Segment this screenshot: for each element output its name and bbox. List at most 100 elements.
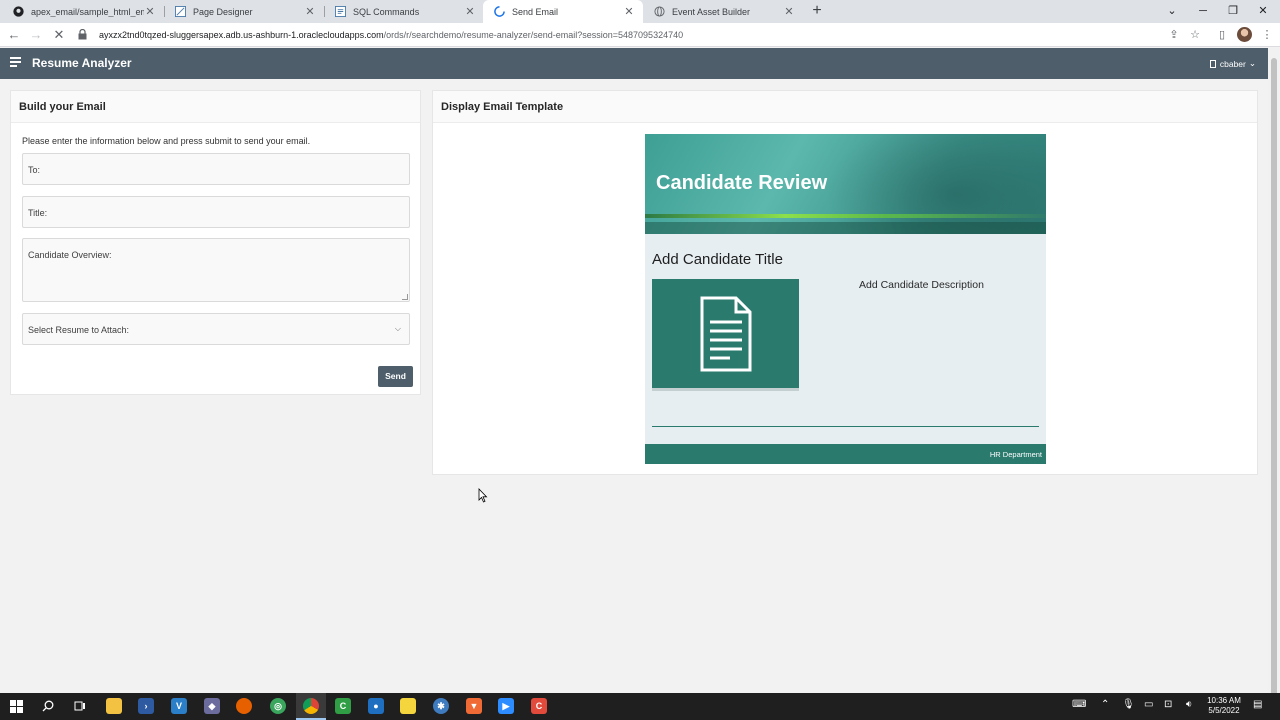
tab-title: Page Designer xyxy=(193,6,253,17)
to-label: To: xyxy=(28,165,41,175)
keyboard-icon[interactable]: ⌨ xyxy=(1072,699,1086,710)
page-designer-icon xyxy=(174,6,186,18)
tab-title: Send Email xyxy=(512,6,559,17)
minimize-icon[interactable]: ─ xyxy=(1193,2,1213,20)
globe-icon xyxy=(653,6,665,18)
browser-tab-strip: apex_email/sample_html_email.h ✕ Page De… xyxy=(0,0,1280,23)
powershell-icon[interactable]: › xyxy=(138,698,154,714)
microphone-icon[interactable]: 🎙︎ xyxy=(1122,699,1135,710)
forward-icon[interactable]: → xyxy=(27,26,45,44)
star-icon[interactable]: ☆ xyxy=(1187,27,1203,43)
url-path: /ords/r/searchdemo/resume-analyzer/send-… xyxy=(383,30,684,40)
clock-date: 5/5/2022 xyxy=(1208,706,1240,715)
app-icon[interactable]: ✱ xyxy=(433,698,449,714)
candidate-overview-label: Candidate Overview: xyxy=(28,250,112,260)
brave-icon[interactable]: ▼ xyxy=(466,698,482,714)
region-title: Display Email Template xyxy=(433,91,1257,123)
stop-icon[interactable]: ✕ xyxy=(50,26,68,44)
chevron-down-icon: ⌄ xyxy=(1248,58,1256,68)
url-host: ayxzx2tnd0tqzed-sluggersapex.adb.us-ashb… xyxy=(99,30,384,40)
profile-avatar[interactable] xyxy=(1237,27,1252,42)
file-explorer-icon[interactable] xyxy=(106,698,122,714)
close-icon[interactable]: ✕ xyxy=(623,5,635,18)
github-icon xyxy=(12,6,24,18)
chevron-down-icon: ⌵ xyxy=(394,324,401,333)
search-icon[interactable] xyxy=(40,698,56,714)
email-banner: Candidate Review xyxy=(645,134,1046,234)
region-title: Build your Email xyxy=(11,91,420,123)
network-icon[interactable]: ⊡ xyxy=(1164,699,1172,710)
instructions-text: Please enter the information below and p… xyxy=(22,136,311,146)
firefox-icon[interactable] xyxy=(236,698,252,714)
system-clock[interactable]: 10:36 AM 5/5/2022 xyxy=(1204,696,1244,716)
build-email-region: Build your Email Please enter the inform… xyxy=(10,90,421,395)
sidebar-icon[interactable]: ▯ xyxy=(1214,27,1230,43)
windows-start-icon[interactable] xyxy=(8,698,24,714)
close-window-icon[interactable]: ✕ xyxy=(1253,2,1273,20)
candidate-title: Add Candidate Title xyxy=(652,251,783,268)
candidate-overview-field[interactable]: Candidate Overview: xyxy=(22,238,410,302)
app-icon[interactable]: C xyxy=(335,698,351,714)
email-footer: HR Department xyxy=(645,444,1046,464)
notifications-icon[interactable]: ▤ xyxy=(1253,699,1262,710)
resize-handle-icon[interactable] xyxy=(402,294,408,300)
document-icon xyxy=(652,279,799,391)
browser-tab[interactable]: Event Asset Builder ✕ xyxy=(643,0,803,23)
close-icon[interactable]: ✕ xyxy=(783,5,795,18)
title-field[interactable]: Title: xyxy=(22,196,410,228)
close-icon[interactable]: ✕ xyxy=(144,5,156,18)
restore-icon[interactable]: ❐ xyxy=(1223,2,1243,20)
back-icon[interactable]: ← xyxy=(5,26,23,44)
clock-time: 10:36 AM xyxy=(1207,696,1241,705)
chevron-up-icon[interactable]: ⌃ xyxy=(1101,699,1109,710)
new-tab-button[interactable]: + xyxy=(808,2,826,20)
to-field[interactable]: To: xyxy=(22,153,410,185)
lock-icon xyxy=(78,29,90,41)
volume-icon[interactable]: 🔉︎ xyxy=(1186,699,1192,710)
browser-tab[interactable]: SQL Commands ✕ xyxy=(324,0,484,23)
task-view-icon[interactable] xyxy=(72,698,88,714)
divider xyxy=(652,426,1039,427)
share-icon[interactable]: ⇪ xyxy=(1166,27,1182,43)
email-preview: Candidate Review Add Candidate Title Add… xyxy=(645,134,1046,464)
resume-select-label: Select Resume to Attach: xyxy=(28,325,130,335)
browser-tab[interactable]: Page Designer ✕ xyxy=(164,0,324,23)
browser-tab[interactable]: apex_email/sample_html_email.h ✕ xyxy=(2,0,164,23)
scrollbar-thumb[interactable] xyxy=(1271,58,1277,698)
app-icon[interactable]: ◎ xyxy=(270,698,286,714)
tab-title: Event Asset Builder xyxy=(672,6,751,17)
chrome-icon[interactable] xyxy=(303,698,319,714)
close-icon[interactable]: ✕ xyxy=(304,5,316,18)
resume-select[interactable]: Select Resume to Attach: ⌵ xyxy=(22,313,410,345)
zoom-icon[interactable]: ▶ xyxy=(498,698,514,714)
sql-icon xyxy=(334,6,346,18)
address-bar: ← → ✕ ayxzx2tnd0tqzed-sluggersapex.adb.u… xyxy=(0,23,1280,47)
tab-title: apex_email/sample_html_email.h xyxy=(31,6,144,17)
user-menu[interactable]: cbaber ⌄ xyxy=(1209,58,1256,69)
browser-tab-active[interactable]: Send Email ✕ xyxy=(483,0,643,23)
loading-icon xyxy=(493,6,505,18)
mouse-cursor-icon xyxy=(478,488,488,506)
send-button[interactable]: Send xyxy=(378,366,413,387)
vscode-icon[interactable]: V xyxy=(171,698,187,714)
outlook-icon[interactable]: ● xyxy=(368,698,384,714)
menu-icon[interactable] xyxy=(10,57,21,69)
tab-title: SQL Commands xyxy=(353,6,420,17)
tab-search-icon[interactable]: ⌄ xyxy=(1162,2,1182,20)
scrollbar[interactable] xyxy=(1268,48,1280,698)
app-icon[interactable]: C xyxy=(531,698,547,714)
candidate-description: Add Candidate Description xyxy=(859,279,984,291)
user-icon xyxy=(1209,59,1216,68)
user-name: cbaber xyxy=(1219,58,1246,69)
close-icon[interactable]: ✕ xyxy=(464,5,476,18)
app-header: Resume Analyzer cbaber ⌄ xyxy=(0,48,1268,79)
banner-title: Candidate Review xyxy=(656,172,828,194)
taskbar: › V ◆ ◎ C ● ✱ ▼ ▶ C ⌨ ⌃ 🎙︎ ▭ ⊡ 🔉︎ 10:36 … xyxy=(0,693,1280,720)
app-title[interactable]: Resume Analyzer xyxy=(32,56,132,70)
email-template-region: Display Email Template Candidate Review … xyxy=(432,90,1258,475)
sticky-notes-icon[interactable] xyxy=(400,698,416,714)
url-field[interactable]: ayxzx2tnd0tqzed-sluggersapex.adb.us-ashb… xyxy=(72,25,1190,45)
more-icon[interactable]: ⋮ xyxy=(1259,27,1275,43)
app-icon[interactable]: ◆ xyxy=(204,698,220,714)
battery-icon[interactable]: ▭ xyxy=(1144,699,1153,710)
